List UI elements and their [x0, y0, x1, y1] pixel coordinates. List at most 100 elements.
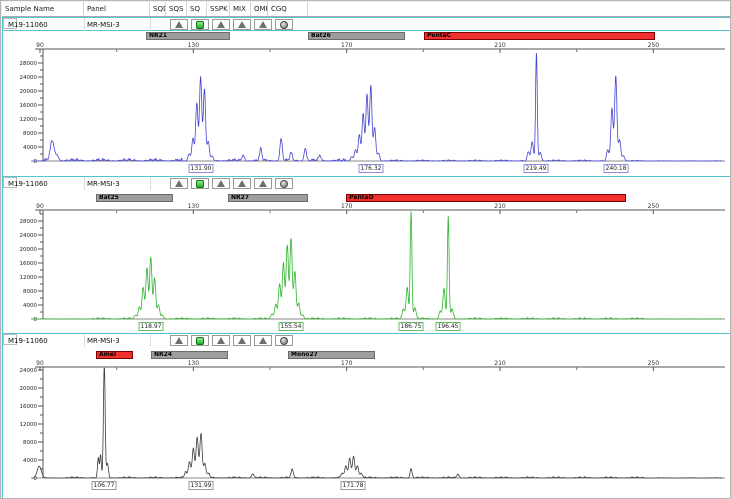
- svg-text:20000: 20000: [20, 89, 38, 95]
- peak-size-label[interactable]: 196.45: [436, 322, 461, 331]
- marker-bar-nr24: NR24: [151, 351, 228, 359]
- peak-size-label[interactable]: 131.99: [189, 481, 214, 490]
- panel-name-cell: MR-MSI-3: [85, 334, 151, 347]
- marker-bar-pentad: PentaD: [346, 194, 626, 202]
- svg-text:4000: 4000: [23, 145, 37, 151]
- svg-text:250: 250: [648, 203, 660, 210]
- genotyping-app-window: Sample Name Panel SQD SQS SQ SSPK MIX OM…: [0, 0, 731, 499]
- peak-size-label[interactable]: 176.32: [359, 164, 384, 173]
- svg-text:130: 130: [188, 203, 200, 210]
- flag-sspk[interactable]: [212, 335, 230, 346]
- peak-size-label[interactable]: 118.97: [139, 322, 164, 331]
- warning-triangle-icon: [259, 180, 267, 187]
- warning-triangle-icon: [175, 21, 183, 28]
- peak-size-label[interactable]: 106.77: [92, 481, 117, 490]
- svg-text:8000: 8000: [23, 440, 37, 446]
- svg-text:24000: 24000: [20, 233, 38, 239]
- marker-bar-nr21: NR21: [146, 32, 230, 40]
- header-filler: [308, 2, 730, 16]
- warning-triangle-icon: [175, 337, 183, 344]
- pass-square-icon: [196, 180, 204, 188]
- flag-cgq[interactable]: [275, 19, 293, 30]
- svg-text:20000: 20000: [20, 386, 38, 392]
- flag-sspk[interactable]: [212, 178, 230, 189]
- svg-text:16000: 16000: [20, 103, 38, 109]
- svg-text:16000: 16000: [20, 404, 38, 410]
- svg-text:130: 130: [188, 360, 200, 367]
- peak-size-label[interactable]: 219.49: [524, 164, 549, 173]
- svg-text:170: 170: [341, 42, 353, 49]
- svg-text:130: 130: [188, 42, 200, 49]
- svg-text:90: 90: [36, 203, 44, 210]
- svg-text:12000: 12000: [20, 275, 38, 281]
- warning-triangle-icon: [259, 21, 267, 28]
- marker-bar-bat26: Bat26: [308, 32, 405, 40]
- column-panel: Panel: [84, 2, 150, 16]
- sphere-icon: [280, 21, 288, 29]
- trace-line: [32, 368, 722, 478]
- svg-text:28000: 28000: [20, 61, 38, 67]
- peak-size-label[interactable]: 155.54: [279, 322, 304, 331]
- warning-triangle-icon: [217, 337, 225, 344]
- flag-sqs[interactable]: [170, 19, 188, 30]
- flag-cgq[interactable]: [275, 335, 293, 346]
- pass-square-icon: [196, 337, 204, 345]
- sample-row-panel-3[interactable]: M19-11060 MR-MSI-3 AmelNR24Mono279013017…: [2, 333, 731, 499]
- flag-cgq[interactable]: [275, 178, 293, 189]
- flag-omr[interactable]: [254, 335, 272, 346]
- peak-size-label[interactable]: 171.78: [341, 481, 366, 490]
- trace-line: [32, 53, 722, 161]
- svg-text:12000: 12000: [20, 422, 38, 428]
- panel-name-cell: MR-MSI-3: [85, 18, 151, 31]
- sample-row-panel-1[interactable]: M19-11060 MR-MSI-3 NR21Bat26PentaC901301…: [2, 17, 731, 177]
- warning-triangle-icon: [217, 21, 225, 28]
- flag-mix[interactable]: [233, 19, 251, 30]
- flag-sq[interactable]: [191, 178, 209, 189]
- flag-sqs[interactable]: [170, 335, 188, 346]
- marker-bar-pentac: PentaC: [424, 32, 655, 40]
- flag-sqs[interactable]: [170, 178, 188, 189]
- warning-triangle-icon: [238, 180, 246, 187]
- panel-name-cell: MR-MSI-3: [85, 177, 151, 190]
- peak-size-label[interactable]: 131.90: [189, 164, 214, 173]
- flag-sq[interactable]: [191, 19, 209, 30]
- marker-bar-mono27: Mono27: [288, 351, 375, 359]
- svg-text:210: 210: [494, 360, 506, 367]
- flag-mix[interactable]: [233, 178, 251, 189]
- svg-text:24000: 24000: [20, 368, 38, 374]
- sample-name-cell: M19-11060: [6, 18, 85, 31]
- svg-text:210: 210: [494, 42, 506, 49]
- svg-text:0: 0: [34, 317, 38, 323]
- svg-text:8000: 8000: [23, 289, 37, 295]
- sample-info-row[interactable]: M19-11060 MR-MSI-3: [3, 334, 730, 347]
- svg-text:12000: 12000: [20, 117, 38, 123]
- warning-triangle-icon: [238, 21, 246, 28]
- svg-text:28000: 28000: [20, 219, 38, 225]
- sphere-icon: [280, 337, 288, 345]
- quality-flags: [170, 19, 293, 30]
- column-sspk: SSPK: [207, 2, 230, 16]
- svg-text:210: 210: [494, 203, 506, 210]
- column-mix: MIX: [230, 2, 251, 16]
- electropherogram-plot[interactable]: 9013017021025004000800012000160002000024…: [3, 18, 730, 177]
- peak-size-label[interactable]: 186.75: [399, 322, 424, 331]
- quality-flags: [170, 178, 293, 189]
- svg-text:170: 170: [341, 360, 353, 367]
- flag-sspk[interactable]: [212, 19, 230, 30]
- svg-text:4000: 4000: [23, 303, 37, 309]
- peak-size-label[interactable]: 240.18: [604, 164, 629, 173]
- sample-info-row[interactable]: M19-11060 MR-MSI-3: [3, 177, 730, 190]
- sample-info-row[interactable]: M19-11060 MR-MSI-3: [3, 18, 730, 31]
- column-omr: OMR: [251, 2, 268, 16]
- flag-sq[interactable]: [191, 335, 209, 346]
- svg-text:250: 250: [648, 360, 660, 367]
- svg-text:90: 90: [36, 360, 44, 367]
- sample-row-panel-2[interactable]: M19-11060 MR-MSI-3 Bat25NR27PentaD901301…: [2, 176, 731, 334]
- flag-omr[interactable]: [254, 178, 272, 189]
- flag-omr[interactable]: [254, 19, 272, 30]
- svg-text:0: 0: [34, 159, 38, 165]
- sphere-icon: [280, 180, 288, 188]
- flag-mix[interactable]: [233, 335, 251, 346]
- warning-triangle-icon: [238, 337, 246, 344]
- trace-line: [32, 212, 722, 319]
